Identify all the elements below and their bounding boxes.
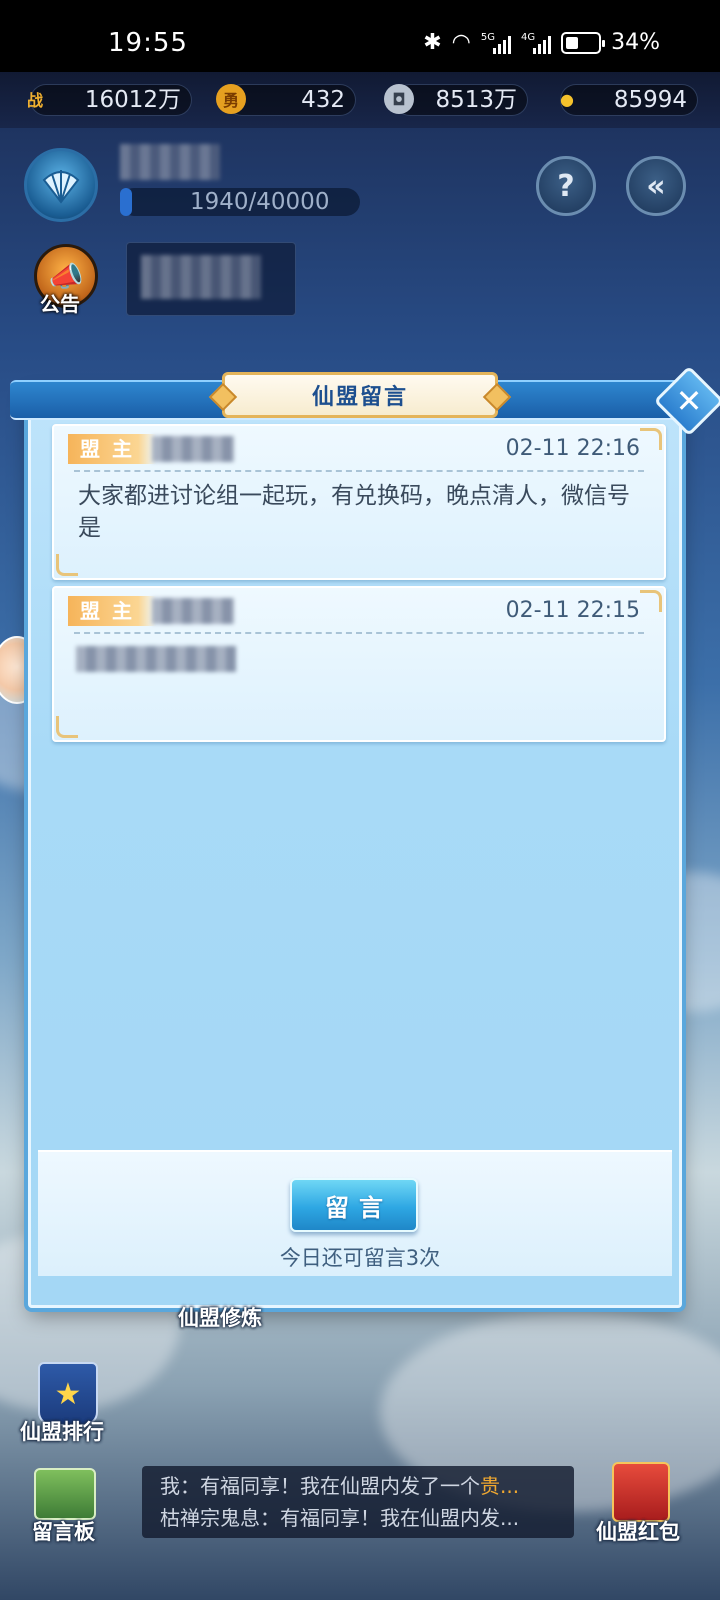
signal-5g-icon: 5G xyxy=(481,32,511,54)
message-redacted xyxy=(76,646,236,672)
remaining-posts-text: 今日还可留言3次 xyxy=(279,1246,441,1270)
role-badge: 盟主 xyxy=(68,596,156,626)
role-badge: 盟主 xyxy=(68,434,156,464)
post-message-button[interactable]: 留言 xyxy=(290,1178,418,1232)
silver-coin-icon: ◘ xyxy=(384,84,414,114)
red-packet-icon[interactable] xyxy=(612,1462,670,1522)
message-time: 02-11 22:15 xyxy=(505,598,640,623)
guild-exp-fill xyxy=(120,188,132,216)
corner-ornament xyxy=(56,554,78,576)
close-icon[interactable]: ✕ xyxy=(664,376,714,426)
battle-power-value: 16012万 xyxy=(30,84,192,116)
corner-ornament xyxy=(640,428,662,450)
message-card: 盟主 02-11 22:16 大家都进讨论组一起玩，有兑换码，晚点清人，微信号是 xyxy=(52,424,666,580)
back-button[interactable]: « xyxy=(626,156,686,216)
battery-percent: 34% xyxy=(611,30,660,55)
announcement-label: 公告 xyxy=(40,292,80,316)
message-board-button[interactable]: 留言板 xyxy=(32,1516,95,1546)
guild-cultivation-button[interactable]: 仙盟修炼 xyxy=(178,1302,262,1332)
message-board-icon[interactable] xyxy=(34,1468,96,1520)
author-name-redacted xyxy=(152,436,234,462)
author-name-redacted xyxy=(152,598,234,624)
message-text: 大家都进讨论组一起玩，有兑换码，晚点清人，微信号是 xyxy=(78,483,630,541)
message-time: 02-11 22:16 xyxy=(505,436,640,461)
corner-ornament xyxy=(640,590,662,612)
gold-ingot-icon: ● xyxy=(560,89,574,109)
silver-coin-value: 8513万 xyxy=(394,84,528,116)
bluetooth-icon: ✱ xyxy=(423,30,442,55)
status-bar: 19:55 ✱ ◠ 5G 4G 34% xyxy=(0,0,720,72)
medal-icon: 勇 xyxy=(216,84,246,114)
chat-box[interactable]: 我：有福同享！我在仙盟内发了一个贵... 枯禅宗鬼息：有福同享！我在仙盟内发..… xyxy=(142,1466,574,1538)
chat-line: 枯禅宗鬼息：有福同享！我在仙盟内发... xyxy=(160,1506,520,1530)
corner-ornament xyxy=(56,716,78,738)
dialog-title: 仙盟留言 xyxy=(222,372,498,418)
resource-bar: 16012万 战 432 勇 8513万 ◘ 85994 ● xyxy=(0,72,720,128)
guild-exp-text: 1940/40000 xyxy=(190,189,330,215)
guild-ranking-button[interactable]: 仙盟排行 xyxy=(20,1416,104,1446)
chat-line: 我：有福同享！我在仙盟内发了一个贵... xyxy=(160,1474,520,1498)
help-button[interactable]: ? xyxy=(536,156,596,216)
announcement-redacted xyxy=(141,255,261,299)
message-list[interactable]: 盟主 02-11 22:16 大家都进讨论组一起玩，有兑换码，晚点清人，微信号是… xyxy=(52,424,666,748)
wifi-icon: ◠ xyxy=(451,30,471,55)
status-time: 19:55 xyxy=(108,28,188,58)
message-card: 盟主 02-11 22:15 xyxy=(52,586,666,742)
battle-power-icon: 战 xyxy=(26,91,43,110)
guild-emblem-icon[interactable] xyxy=(24,148,98,222)
status-icons: ✱ ◠ 5G 4G 34% xyxy=(423,30,660,55)
signal-4g-icon: 4G xyxy=(521,32,552,54)
question-icon: ? xyxy=(557,168,575,204)
back-arrow-icon: « xyxy=(646,168,666,204)
shell-icon xyxy=(42,170,80,204)
divider xyxy=(74,470,644,472)
divider xyxy=(74,632,644,634)
red-packet-button[interactable]: 仙盟红包 xyxy=(596,1516,680,1546)
battery-icon xyxy=(561,31,606,54)
guild-name-redacted xyxy=(120,144,220,180)
announcement-box xyxy=(126,242,296,316)
